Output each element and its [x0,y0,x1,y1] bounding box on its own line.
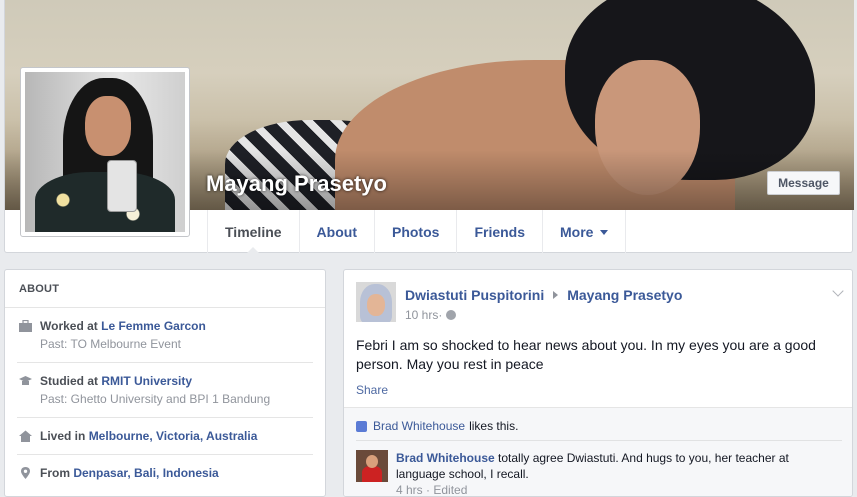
post-meta: 10 hrs · [405,308,457,322]
work-link[interactable]: Le Femme Garcon [101,319,206,333]
comment: Brad Whitehouse totally agree Dwiastuti.… [396,450,836,482]
map-pin-icon [21,467,30,479]
tab-photos[interactable]: Photos [373,210,456,253]
post-text: Febri I am so shocked to hear news about… [356,337,816,372]
profile-name[interactable]: Mayang Prasetyo [206,171,387,197]
comment-time[interactable]: 4 hrs [396,483,423,496]
about-card: ABOUT Worked at Le Femme Garcon Past: TO… [4,269,326,497]
post-header: Dwiastuti Puspitorini Mayang Prasetyo [405,287,682,303]
tab-label: Timeline [225,223,282,240]
profile-picture[interactable] [20,67,190,237]
tab-label: Friends [474,223,526,240]
post-author-link[interactable]: Dwiastuti Puspitorini [405,287,544,303]
commenter-avatar[interactable] [356,450,388,482]
tab-about[interactable]: About [298,210,374,253]
about-study-prefix: Studied at [40,374,102,388]
briefcase-icon [19,320,32,332]
timeline-post: Dwiastuti Puspitorini Mayang Prasetyo 10… [343,269,853,497]
profile-header: Mayang Prasetyo Message Timeline About P… [4,0,854,254]
about-work-past: Past: TO Melbourne Event [40,337,181,351]
about-title: ABOUT [5,270,325,308]
about-study-past: Past: Ghetto University and BPI 1 Bandun… [40,392,271,406]
post-time[interactable]: 10 hrs [405,308,438,322]
study-link[interactable]: RMIT University [101,374,192,388]
profile-tabs: Timeline About Photos Friends More [207,210,627,254]
globe-icon[interactable] [446,310,457,320]
meta-separator: · [438,308,443,322]
thumbs-up-icon [356,420,367,432]
house-icon [19,430,32,442]
about-from-prefix: From [40,466,74,480]
about-work-prefix: Worked at [40,319,102,333]
liker-link[interactable]: Brad Whitehouse [373,419,465,433]
comment-meta: 4 hrs · Edited [396,483,467,497]
likes-sentence: Brad Whitehouse likes this. [356,419,518,433]
likes-suffix: likes this. [469,419,519,433]
caret-down-icon [600,230,609,235]
post-target-link[interactable]: Mayang Prasetyo [567,287,682,303]
lived-link[interactable]: Melbourne, Victoria, Australia [89,429,258,443]
about-work: Worked at Le Femme Garcon Past: TO Melbo… [17,308,313,363]
tab-more[interactable]: More [542,210,627,253]
comment-edited[interactable]: Edited [433,483,467,496]
feedback-area: Brad Whitehouse likes this. Brad Whiteho… [344,407,852,497]
poster-avatar[interactable] [356,282,396,322]
avatar [25,72,185,232]
tab-timeline[interactable]: Timeline [207,210,299,254]
tab-label: About [316,223,357,240]
about-from: From Denpasar, Bali, Indonesia [17,455,313,491]
comment-meta-separator: · [422,483,434,497]
from-link[interactable]: Denpasar, Bali, Indonesia [73,466,218,480]
about-lived-prefix: Lived in [40,429,89,443]
share-link[interactable]: Share [356,383,388,397]
divider [356,440,842,441]
chevron-down-icon[interactable] [832,285,844,297]
tab-label: More [560,223,594,240]
tab-label: Photos [391,223,440,240]
graduation-cap-icon [19,376,32,385]
message-button[interactable]: Message [767,171,840,195]
tab-friends[interactable]: Friends [456,210,542,253]
about-study: Studied at RMIT University Past: Ghetto … [17,363,313,418]
commenter-link[interactable]: Brad Whitehouse [396,451,495,465]
arrow-right-icon [553,291,559,299]
about-lived: Lived in Melbourne, Victoria, Australia [17,418,313,455]
